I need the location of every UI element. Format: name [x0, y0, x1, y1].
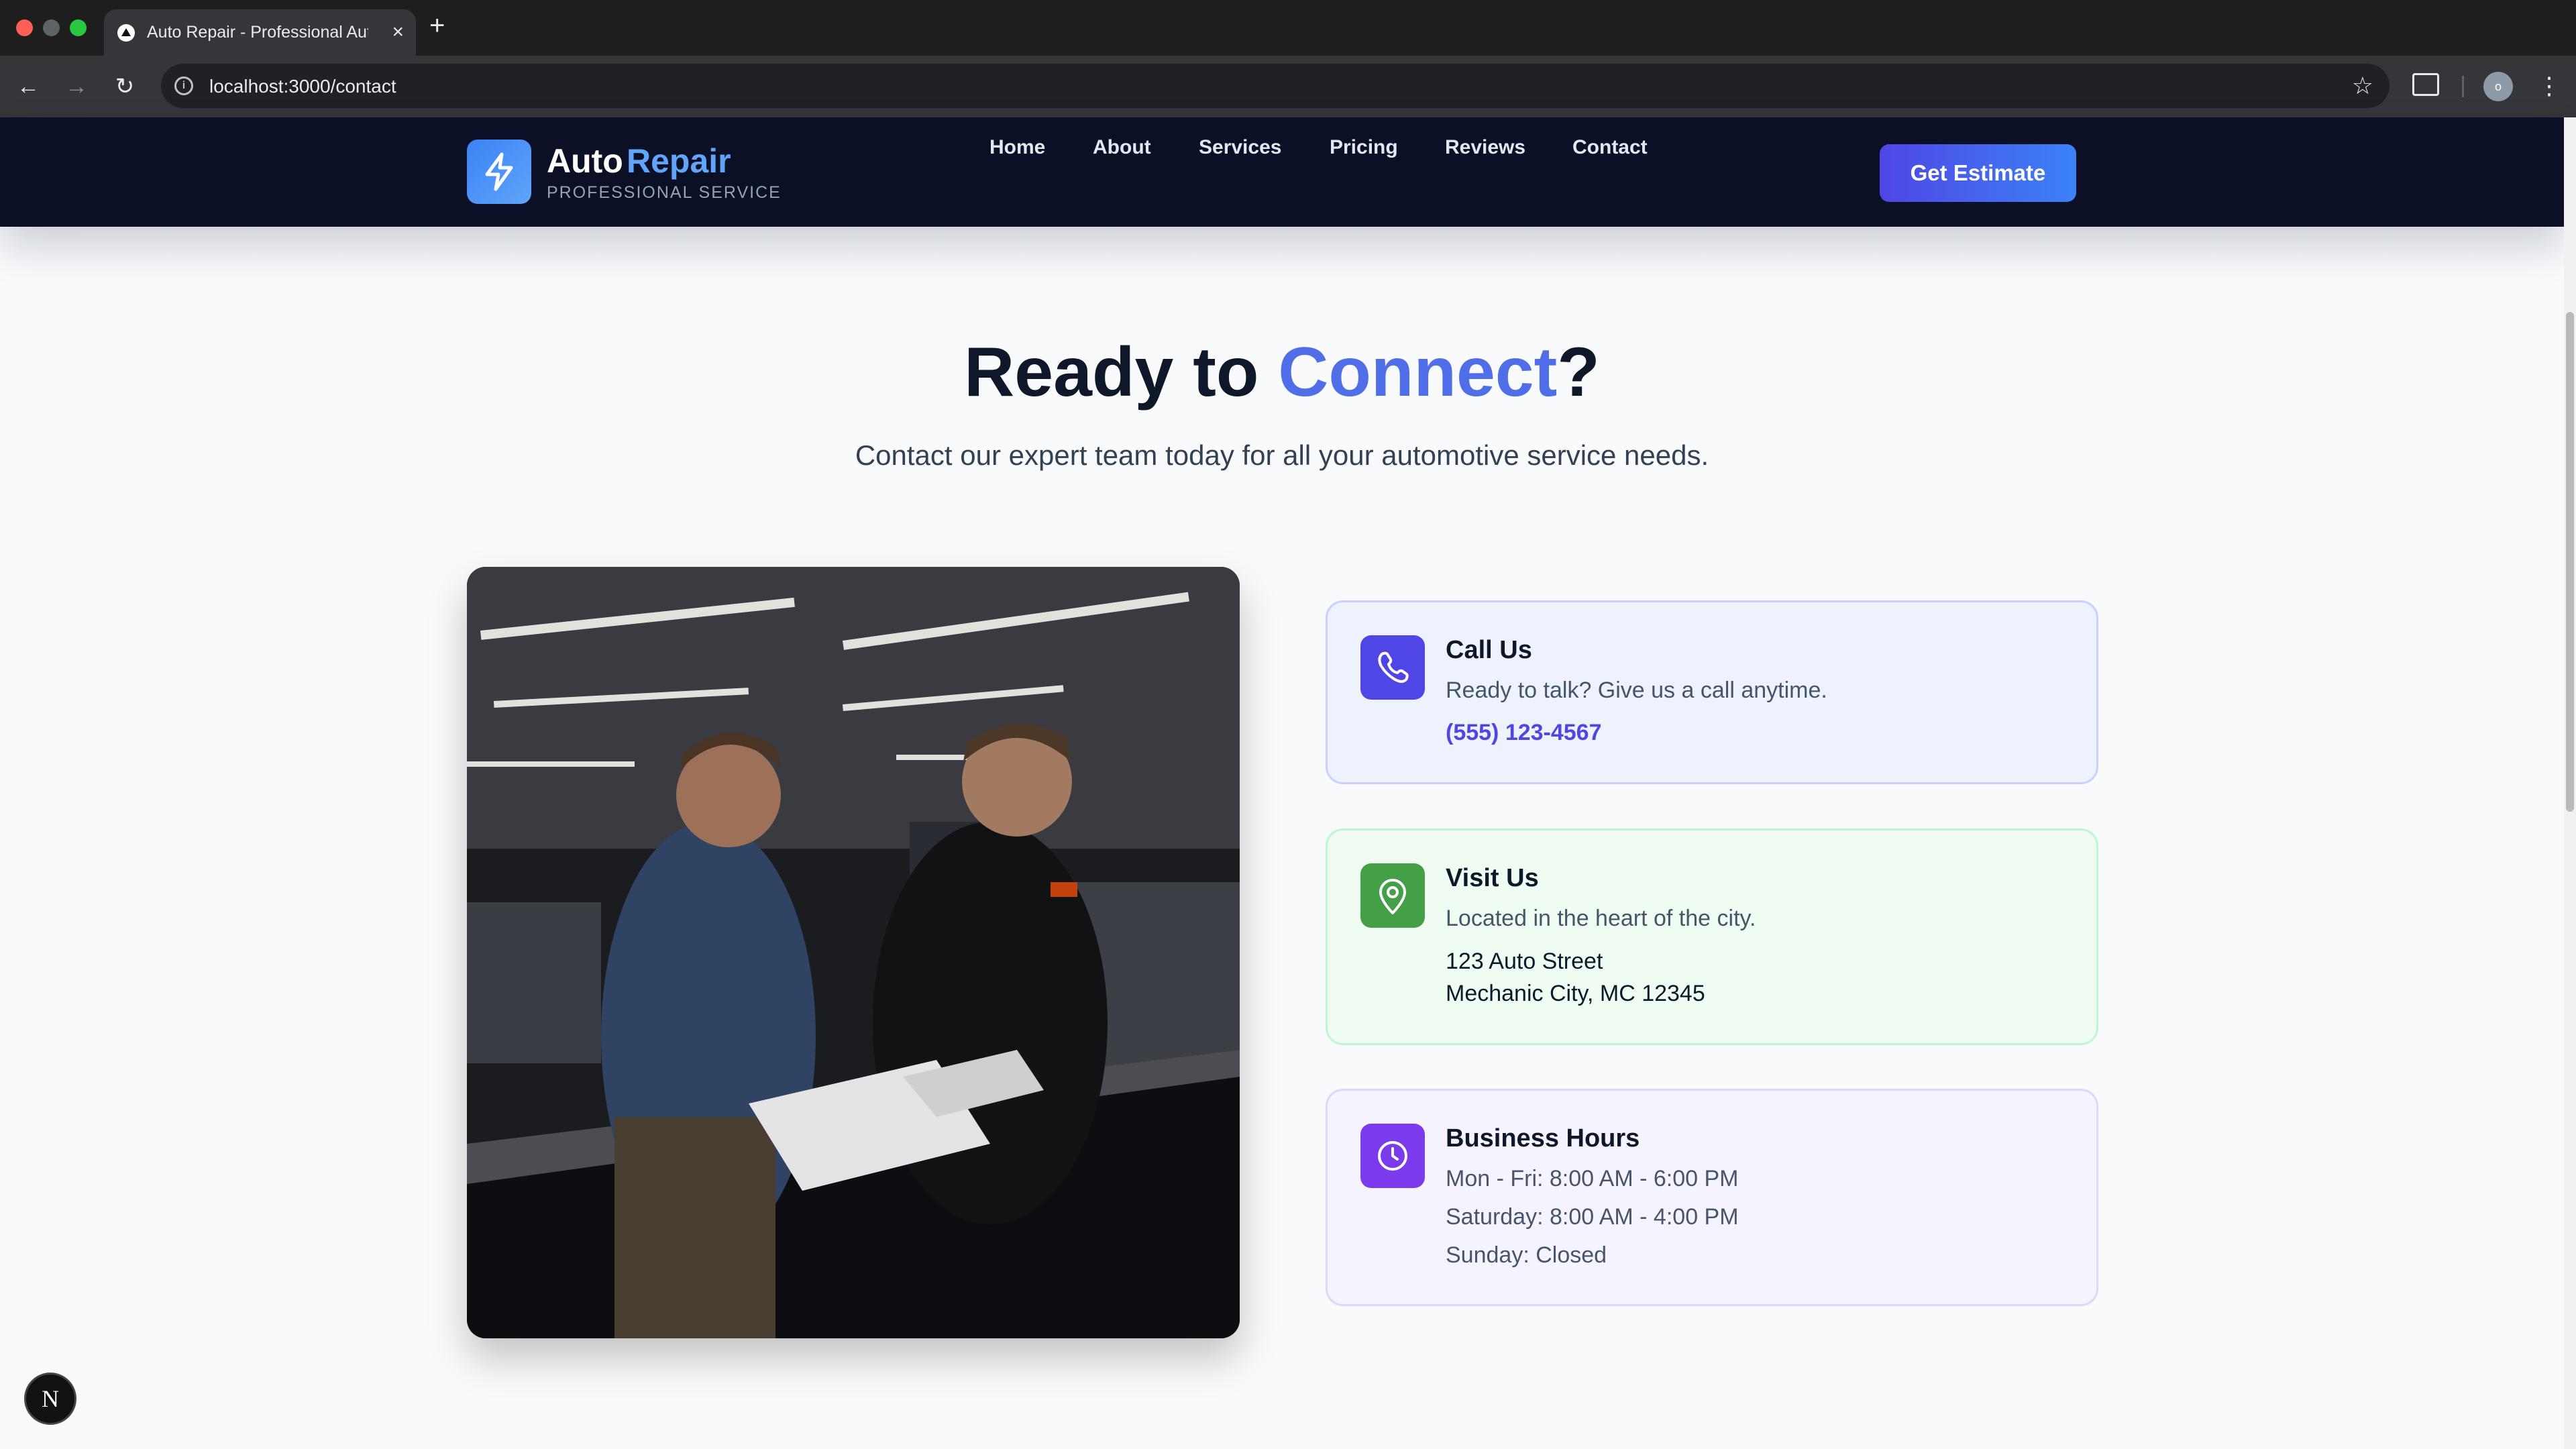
title-accent: Connect: [1278, 333, 1558, 411]
browser-tab[interactable]: Auto Repair - Professional Auto Service …: [104, 9, 416, 56]
business-hours-card: Business Hours Mon - Fri: 8:00 AM - 6:00…: [1326, 1089, 2098, 1306]
business-hours-title: Business Hours: [1446, 1124, 1640, 1152]
brand-name-primary[interactable]: Auto: [547, 142, 623, 180]
nav-link-reviews[interactable]: Reviews: [1445, 136, 1525, 159]
url-text[interactable]: localhost:3000/contact: [209, 76, 396, 97]
hours-saturday: Saturday: 8:00 AM - 4:00 PM: [1446, 1204, 1739, 1230]
hours-sunday: Sunday: Closed: [1446, 1242, 1607, 1268]
map-pin-icon: [1360, 863, 1425, 928]
tab-title: Auto Repair - Professional Auto Service: [147, 23, 368, 42]
brand-tagline: PROFESSIONAL SERVICE: [547, 183, 782, 202]
back-arrow-icon[interactable]: ←: [12, 70, 44, 103]
site-header: Auto Repair PROFESSIONAL SERVICE Home Ab…: [0, 117, 2564, 227]
profile-avatar[interactable]: o: [2483, 72, 2513, 101]
devtools-badge[interactable]: N: [24, 1373, 76, 1425]
nav-link-contact[interactable]: Contact: [1572, 136, 1648, 159]
mechanics-photo: [467, 567, 1240, 1338]
phone-icon: [1360, 635, 1425, 700]
visit-us-title: Visit Us: [1446, 864, 1539, 892]
scrollbar-thumb[interactable]: [2566, 312, 2574, 812]
more-menu-icon[interactable]: ⋮: [2537, 69, 2561, 103]
browser-tab-bar: Auto Repair - Professional Auto Service …: [0, 0, 2576, 56]
clock-icon: [1360, 1124, 1425, 1188]
call-us-description: Ready to talk? Give us a call anytime.: [1446, 678, 1827, 703]
maximize-window-button[interactable]: [70, 19, 87, 36]
close-tab-icon[interactable]: ×: [392, 20, 404, 44]
new-tab-icon[interactable]: +: [429, 11, 445, 40]
address-line-2: Mechanic City, MC 12345: [1446, 981, 1705, 1006]
title-end: ?: [1557, 333, 1600, 411]
visit-us-description: Located in the heart of the city.: [1446, 906, 1756, 931]
browser-toolbar: ← → ↻ i localhost:3000/contact ☆ o ⋮: [0, 56, 2576, 117]
hours-weekday: Mon - Fri: 8:00 AM - 6:00 PM: [1446, 1166, 1739, 1191]
minimize-window-button[interactable]: [43, 19, 60, 36]
nav-link-home[interactable]: Home: [989, 136, 1045, 159]
close-window-button[interactable]: [16, 19, 33, 36]
address-bar[interactable]: i localhost:3000/contact ☆: [161, 64, 2390, 108]
reload-icon[interactable]: ↻: [109, 70, 141, 103]
tab-search-icon[interactable]: [2412, 73, 2439, 96]
nav-link-services[interactable]: Services: [1199, 136, 1281, 159]
favicon-icon: [117, 24, 135, 42]
logo-bolt-icon[interactable]: [467, 140, 531, 204]
brand-name-accent[interactable]: Repair: [627, 142, 731, 180]
visit-us-card: Visit Us Located in the heart of the cit…: [1326, 828, 2098, 1045]
phone-number-link[interactable]: (555) 123-4567: [1446, 720, 1602, 746]
title-start: Ready to: [964, 333, 1279, 411]
page-subtitle: Contact our expert team today for all yo…: [855, 439, 1709, 471]
site-info-icon[interactable]: i: [174, 76, 193, 95]
page-title: Ready to Connect?: [0, 332, 2564, 413]
nav-link-about[interactable]: About: [1093, 136, 1151, 159]
address-line-1: 123 Auto Street: [1446, 949, 1603, 974]
bookmark-star-icon[interactable]: ☆: [2352, 72, 2373, 99]
nav-link-pricing[interactable]: Pricing: [1330, 136, 1398, 159]
call-us-title: Call Us: [1446, 636, 1532, 664]
forward-arrow-icon[interactable]: →: [60, 70, 93, 103]
call-us-card: Call Us Ready to talk? Give us a call an…: [1326, 600, 2098, 784]
get-estimate-button[interactable]: Get Estimate: [1880, 144, 2076, 202]
toolbar-divider: [2462, 76, 2464, 97]
